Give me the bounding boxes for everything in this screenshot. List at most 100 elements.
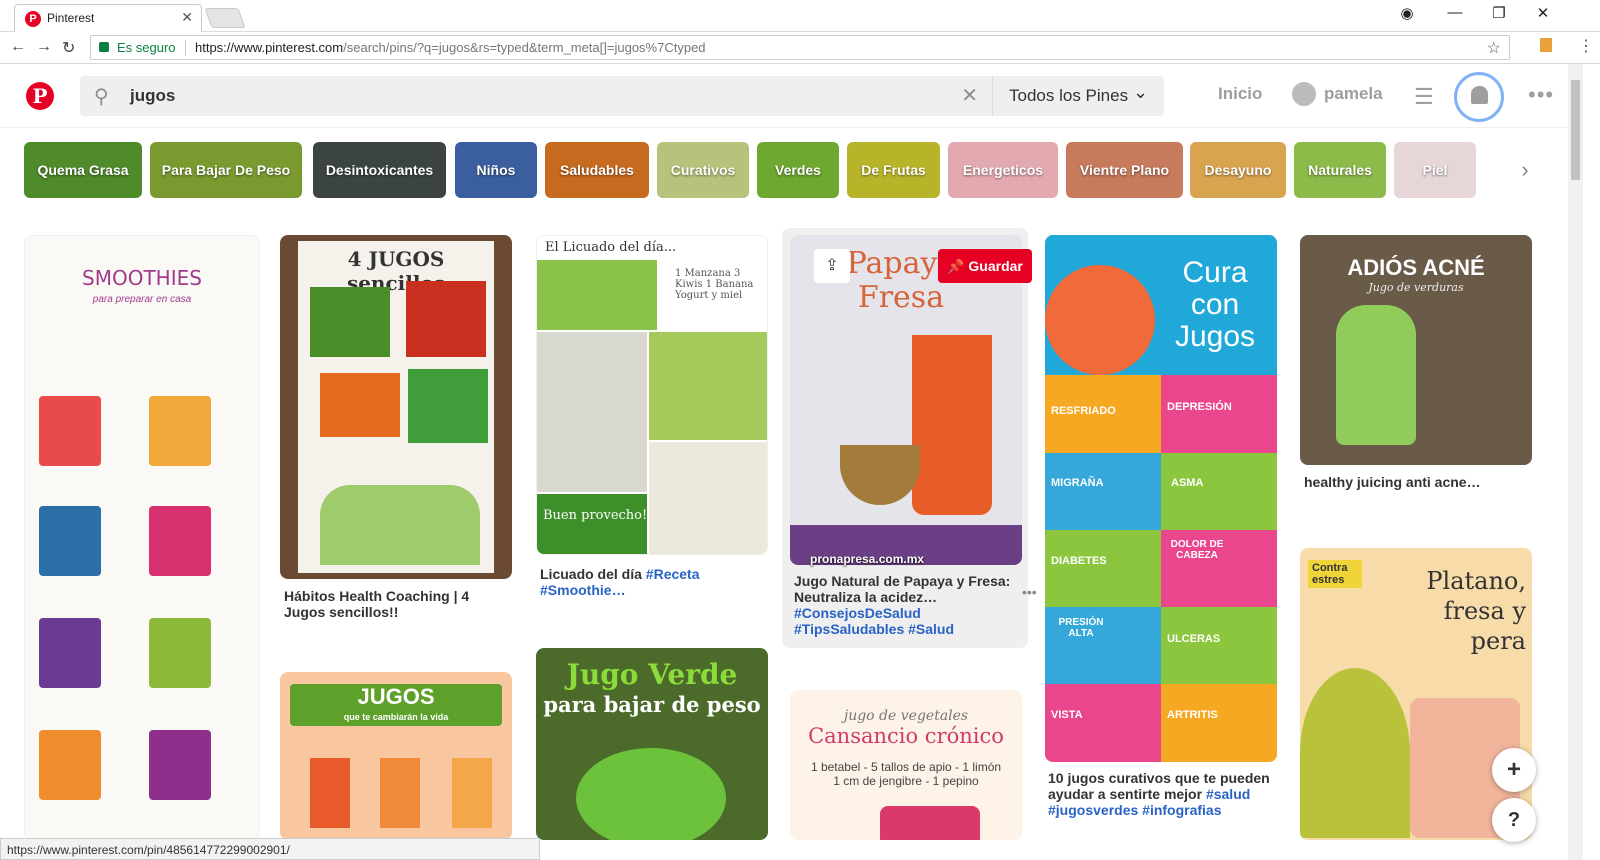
pin-caption[interactable]: healthy juicing anti acne… [1304, 474, 1528, 490]
pin-image-label: RESFRIADO [1051, 405, 1116, 417]
status-bar: https://www.pinterest.com/pin/4856147722… [0, 838, 540, 860]
guide-chip[interactable]: Niños [455, 142, 537, 198]
forward-icon[interactable]: → [36, 38, 52, 56]
pin-image-label: DIABETES [1051, 555, 1107, 567]
browser-tab[interactable]: P Pinterest ✕ [14, 4, 202, 32]
pin-image-label: DEPRESIÓN [1167, 401, 1232, 413]
guide-chip[interactable]: Quema Grasa [24, 142, 142, 198]
address-bar[interactable]: Es seguro https://www.pinterest.com/sear… [90, 35, 1510, 60]
bell-icon [1471, 86, 1488, 104]
add-button[interactable]: + [1492, 748, 1536, 792]
filter-label: Todos los Pines [1009, 86, 1129, 105]
user-name: pamela [1324, 84, 1383, 103]
pin-image[interactable]: Papaya Fresa [790, 235, 1022, 565]
save-button[interactable]: 📌 Guardar [938, 249, 1032, 283]
pin-icon: 📌 [947, 258, 969, 274]
guide-chip[interactable]: Desayuno [1190, 142, 1286, 198]
pin-image-title: Platano, fresa y pera [1426, 567, 1526, 655]
omnibox-divider [185, 40, 186, 56]
pin-image[interactable]: jugo de vegetales Cansancio crónico 1 be… [790, 690, 1022, 840]
new-tab-button[interactable] [204, 8, 246, 28]
pin-caption[interactable]: Jugo Natural de Papaya y Fresa: Neutrali… [794, 573, 1014, 637]
minimize-icon[interactable]: — [1440, 4, 1470, 21]
pin-image-label: ULCERAS [1167, 633, 1221, 645]
guide-chip[interactable]: Energeticos [948, 142, 1058, 198]
guide-chip[interactable]: Piel [1394, 142, 1476, 198]
search-query[interactable]: jugos [130, 86, 175, 106]
pin-image-title: JUGOS [357, 684, 435, 709]
pin-image[interactable]: Cura con Jugos RESFRIADO DEPRESIÓN MIGRA… [1045, 235, 1277, 762]
browser-tabbar: P Pinterest ✕ ◉ — ❐ ✕ [0, 0, 1600, 32]
search-input[interactable]: ⚲ jugos ✕ [80, 76, 992, 116]
guide-chip[interactable]: Naturales [1294, 142, 1386, 198]
pin-image-subtitle: Jugo de verduras [1368, 281, 1464, 294]
pin-image-subtitle: que te cambiarán la vida [343, 712, 449, 722]
pin-image[interactable]: 4 JUGOS sencillos [280, 235, 512, 579]
security-label: Es seguro [117, 40, 176, 55]
scrollbar[interactable] [1568, 64, 1583, 860]
bookmark-star-icon[interactable]: ☆ [1487, 38, 1501, 58]
more-options-icon[interactable]: ••• [1528, 82, 1554, 108]
pin-image-title: Cansancio crónico [808, 724, 1004, 748]
pin-image-subtitle: para preparar en casa [92, 294, 192, 305]
pin-image-subtitle: para bajar de peso [543, 692, 761, 717]
pin-caption[interactable]: 10 jugos curativos que te pueden ayudar … [1048, 770, 1272, 818]
share-icon[interactable]: ⇪ [814, 249, 850, 283]
tab-close-icon[interactable]: ✕ [181, 9, 193, 26]
pin-image-title: SMOOTHIES [82, 266, 202, 290]
filter-dropdown[interactable]: Todos los Pines ⌄ [992, 76, 1164, 116]
maximize-icon[interactable]: ❐ [1484, 4, 1514, 22]
pin-source[interactable]: pronapresa.com.mx [810, 552, 924, 566]
pin-image[interactable]: El Licuado del día... 1 Manzana 3 Kiwis … [536, 235, 768, 555]
pin-image-title: El Licuado del día... [545, 240, 677, 255]
clear-search-icon[interactable]: ✕ [961, 83, 978, 108]
chevron-down-icon: ⌄ [1133, 82, 1149, 102]
guide-chip[interactable]: Para Bajar De Peso [150, 142, 302, 198]
pin-image[interactable]: Jugo Verde para bajar de peso [536, 648, 768, 840]
pinterest-logo-icon[interactable]: P [26, 82, 54, 110]
pin-image-recipe: 1 betabel - 5 tallos de apio - 1 limón 1… [810, 760, 1002, 788]
reload-icon[interactable]: ↻ [62, 38, 75, 58]
pin-image[interactable]: SMOOTHIES para preparar en casa [24, 235, 260, 840]
tab-title: Pinterest [47, 11, 95, 25]
guide-chip[interactable]: Vientre Plano [1066, 142, 1183, 198]
hamburger-icon[interactable]: ☰ [1414, 84, 1434, 110]
guide-chip[interactable]: Curativos [657, 142, 749, 198]
pin-image-label: ASMA [1171, 477, 1204, 489]
pin-image-badge: Contra estres [1308, 560, 1362, 588]
search-icon: ⚲ [94, 86, 109, 108]
pin-image-title: Cura con Jugos [1174, 256, 1256, 353]
help-button[interactable]: ? [1492, 798, 1536, 842]
pin-caption[interactable]: Hábitos Health Coaching | 4 Jugos sencil… [284, 588, 504, 620]
url-text[interactable]: https://www.pinterest.com/search/pins/?q… [195, 40, 706, 55]
chevron-right-icon[interactable]: › [1505, 142, 1545, 198]
profile-icon[interactable]: ◉ [1392, 4, 1422, 22]
pin-image-label: PRESIÓN ALTA [1058, 617, 1104, 639]
guide-chip[interactable]: Verdes [757, 142, 839, 198]
pinterest-favicon-icon: P [25, 11, 41, 27]
pin-image-list: 1 Manzana 3 Kiwis 1 Banana Yogurt y miel [675, 268, 754, 301]
pin-image-label: DOLOR DE CABEZA [1170, 539, 1224, 561]
pin-caption[interactable]: Licuado del día #Receta #Smoothie… [540, 566, 760, 598]
avatar [1292, 82, 1316, 106]
guide-chip[interactable]: De Frutas [847, 142, 940, 198]
browser-menu-icon[interactable]: ⋮ [1578, 36, 1594, 56]
guide-chip[interactable]: Desintoxicantes [313, 142, 446, 198]
pin-image[interactable]: JUGOS que te cambiarán la vida [280, 672, 512, 840]
lock-icon [99, 42, 109, 52]
notifications-button[interactable] [1454, 72, 1504, 122]
more-icon[interactable]: ••• [1022, 584, 1037, 600]
pin-image-footer: Buen provecho! [543, 508, 648, 523]
scrollbar-thumb[interactable] [1571, 80, 1580, 180]
pin-image-subtitle: jugo de vegetales [843, 708, 969, 724]
home-link[interactable]: Inicio [1218, 84, 1262, 104]
guide-chip[interactable]: Saludables [545, 142, 649, 198]
pin-image[interactable]: Contra estres Platano, fresa y pera [1300, 548, 1532, 840]
pin-image-label: MIGRAÑA [1051, 477, 1104, 489]
back-icon[interactable]: ← [10, 38, 26, 56]
close-window-icon[interactable]: ✕ [1528, 4, 1558, 22]
pin-image[interactable]: ADIÓS ACNÉ Jugo de verduras [1300, 235, 1532, 465]
browser-toolbar: ← → ↻ Es seguro https://www.pinterest.co… [0, 32, 1600, 64]
extension-icon[interactable] [1540, 38, 1552, 52]
pin-image-label: VISTA [1051, 709, 1083, 721]
